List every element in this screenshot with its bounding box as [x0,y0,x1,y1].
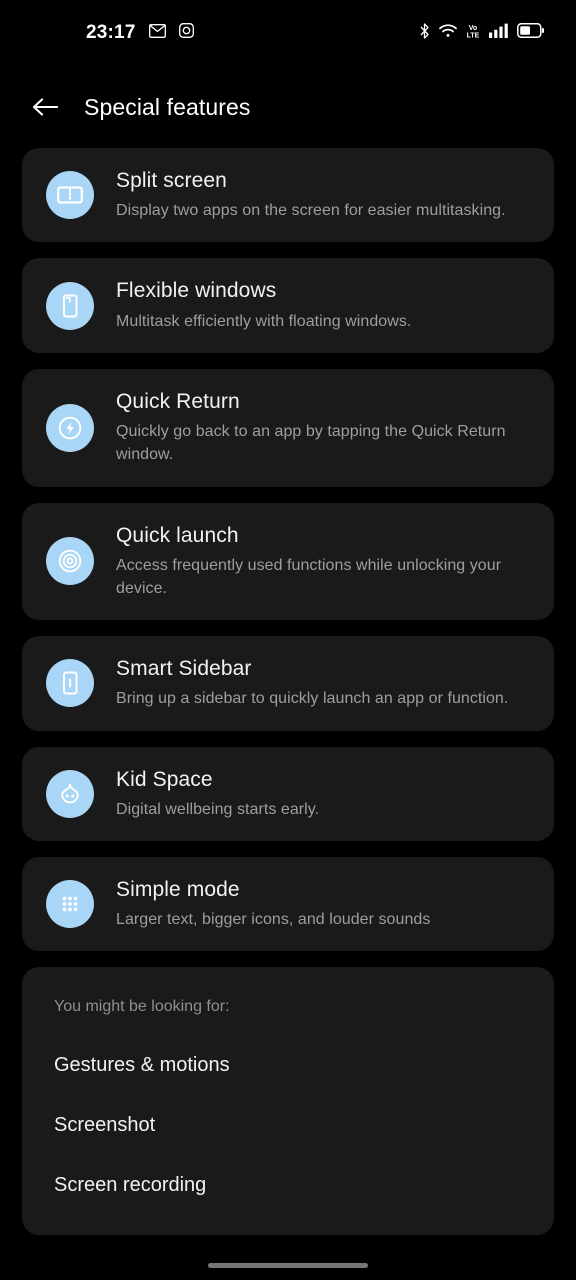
feature-desc: Multitask efficiently with floating wind… [116,312,412,330]
split-screen-icon [46,171,94,220]
gmail-icon [148,23,166,43]
suggestions-card: You might be looking for: Gestures & mot… [22,967,554,1236]
feature-card-smart-sidebar[interactable]: Smart Sidebar Bring up a sidebar to quic… [22,636,554,731]
feature-text: Simple mode Larger text, bigger icons, a… [116,877,532,931]
volte-icon: Vo LTE [466,23,480,44]
feature-text: Kid Space Digital wellbeing starts early… [116,767,532,821]
status-bar-right: Vo LTE [419,22,544,44]
wifi-icon [439,23,457,43]
simple-mode-icon [46,880,94,929]
battery-icon [517,23,544,43]
feature-text: Quick Return Quickly go back to an app b… [116,389,532,467]
feature-card-split-screen[interactable]: Split screen Display two apps on the scr… [22,148,554,243]
quick-return-icon [46,403,94,452]
feature-desc: Bring up a sidebar to quickly launch an … [116,690,509,708]
status-bar-left: 23:17 [86,22,194,44]
feature-title: Simple mode [116,878,240,901]
page-title: Special features [84,93,251,120]
quick-launch-icon [46,537,94,586]
feature-title: Smart Sidebar [116,657,252,681]
page-header: Special features [0,84,576,130]
signal-icon [489,23,508,43]
feature-card-flexible-windows[interactable]: Flexible windows Multitask efficiently w… [22,258,554,353]
instagram-icon [178,23,194,43]
flexible-window-icon [46,281,94,330]
feature-text: Split screen Display two apps on the scr… [116,168,532,222]
feature-desc: Display two apps on the screen for easie… [116,202,506,220]
feature-title: Quick Return [116,389,240,413]
feature-title: Flexible windows [116,279,277,303]
feature-text: Smart Sidebar Bring up a sidebar to quic… [116,656,532,710]
feature-list: Split screen Display two apps on the scr… [22,148,554,1236]
feature-text: Quick launch Access frequently used func… [116,523,532,601]
feature-card-kid-space[interactable]: Kid Space Digital wellbeing starts early… [22,746,554,841]
feature-desc: Larger text, bigger icons, and louder so… [116,911,431,929]
feature-desc: Quickly go back to an app by tapping the… [116,423,506,464]
feature-title: Quick launch [116,523,239,547]
suggestion-link-screen-recording[interactable]: Screen recording [54,1165,554,1205]
feature-card-simple-mode[interactable]: Simple mode Larger text, bigger icons, a… [22,857,554,952]
smart-sidebar-icon [46,659,94,708]
feature-title: Kid Space [116,767,213,791]
feature-desc: Access frequently used functions while u… [116,556,502,597]
feature-card-quick-launch[interactable]: Quick launch Access frequently used func… [22,502,554,621]
arrow-left-icon[interactable] [30,92,60,122]
status-bar: 23:17 Vo LTE [0,0,576,66]
feature-text: Flexible windows Multitask efficiently w… [116,278,532,332]
home-indicator[interactable] [208,1263,368,1268]
bluetooth-icon [419,22,430,44]
feature-card-quick-return[interactable]: Quick Return Quickly go back to an app b… [22,368,554,487]
svg-text:LTE: LTE [467,32,480,39]
suggestion-link-screenshot[interactable]: Screenshot [54,1105,554,1145]
feature-desc: Digital wellbeing starts early. [116,800,320,818]
suggestions-heading: You might be looking for: [54,998,230,1016]
svg-text:Vo: Vo [469,25,477,32]
suggestion-link-gestures-motions[interactable]: Gestures & motions [54,1045,554,1085]
kid-space-icon [46,769,94,818]
status-time: 23:17 [86,22,136,43]
feature-title: Split screen [116,169,227,192]
